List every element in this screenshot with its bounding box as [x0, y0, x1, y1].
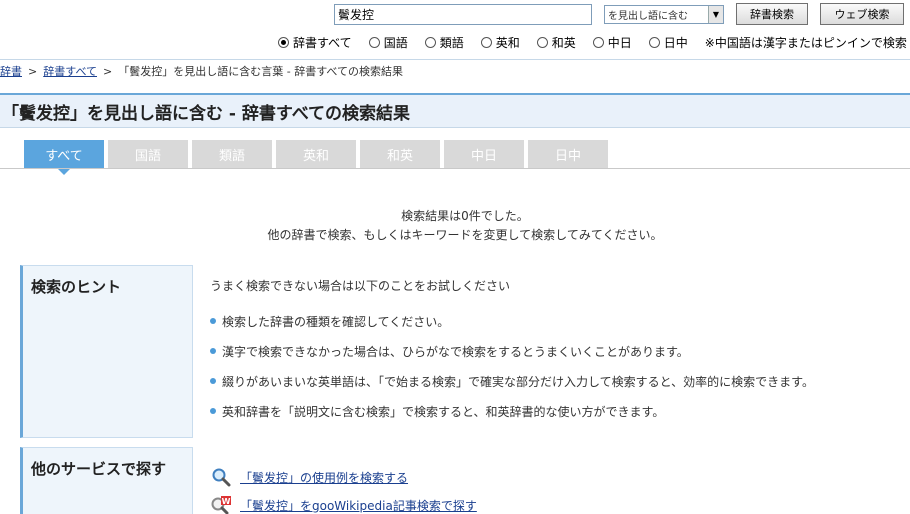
service-link-row: W 「鬢发控」をgooWikipedia記事検索で探す [210, 491, 477, 514]
hint-text: 検索した辞書の種類を確認してください。 [222, 314, 450, 329]
tab-waei[interactable]: 和英 [360, 140, 440, 169]
no-results-message: 検索結果は0件でした。 他の辞書で検索、もしくはキーワードを変更して検索してみて… [0, 207, 910, 245]
radio-chunichi[interactable]: 中日 [592, 34, 632, 51]
goo-wikipedia-search-link[interactable]: 「鬢发控」をgooWikipedia記事検索で探す [240, 497, 477, 514]
radio-button[interactable] [536, 37, 548, 48]
breadcrumb-link-all-dictionaries[interactable]: 辞書すべて [43, 65, 97, 78]
radio-kokugo[interactable]: 国語 [368, 34, 408, 51]
tab-kokugo[interactable]: 国語 [108, 140, 188, 169]
dictionary-tabs: すべて 国語 類語 英和 和英 中日 日中 [24, 140, 612, 175]
radio-label: 類語 [439, 36, 464, 50]
radio-label: 国語 [383, 36, 408, 50]
radio-button[interactable] [424, 37, 436, 48]
magnifier-icon [210, 467, 232, 487]
breadcrumb-separator: > [103, 65, 113, 78]
tab-ruigo[interactable]: 類語 [192, 140, 272, 169]
radio-button-checked[interactable] [278, 37, 289, 48]
radio-label: 和英 [551, 36, 576, 50]
breadcrumb: 辞書 > 辞書すべて > 「鬢发控」を見出し語に含む言葉 - 辞書すべての検索結果 [0, 63, 403, 79]
search-header: を見出し語に含む ▼ 辞書検索 ウェブ検索 辞書すべて 国語 類語 英和 和英 … [0, 0, 910, 60]
search-hints-content: うまく検索できない場合は以下のことをお試しください 検索した辞書の種類を確認して… [210, 277, 814, 426]
radio-label: 辞書すべて [293, 36, 352, 50]
tab-chunichi[interactable]: 中日 [444, 140, 524, 169]
list-item: 検索した辞書の種類を確認してください。 [210, 306, 814, 336]
wikipedia-search-icon: W [210, 495, 232, 514]
radio-all-dictionaries[interactable]: 辞書すべて [278, 34, 352, 51]
search-mode-value: を見出し語に含む [608, 11, 688, 22]
tab-divider [0, 168, 910, 169]
radio-waei[interactable]: 和英 [536, 34, 576, 51]
other-services-content: 「鬢发控」の使用例を検索する W 「鬢发控」をgooWikipedia記事検索で… [210, 463, 477, 514]
radio-eiwa[interactable]: 英和 [480, 34, 520, 51]
page-title-bar: 「鬢发控」を見出し語に含む - 辞書すべての検索結果 [0, 93, 910, 128]
radio-nicchu[interactable]: 日中 [648, 34, 688, 51]
hint-text: 綴りがあいまいな英単語は、「で始まる検索」で確実な部分だけ入力して検索すると、効… [222, 374, 814, 389]
chinese-search-note: ※中国語は漢字またはピンインで検索 [704, 36, 907, 50]
bullet-icon [210, 348, 216, 354]
chevron-down-icon: ▼ [708, 6, 723, 23]
other-services-section: 他のサービスで探す 「鬢发控」の使用例を検索する W 「鬢发控」をgooWiki… [20, 447, 910, 514]
list-item: 英和辞書を「説明文に含む検索」で検索すると、和英辞書的な使い方ができます。 [210, 396, 814, 426]
tab-eiwa[interactable]: 英和 [276, 140, 356, 169]
radio-label: 日中 [663, 36, 688, 50]
search-mode-select[interactable]: を見出し語に含む ▼ [604, 5, 724, 24]
hint-text: 英和辞書を「説明文に含む検索」で検索すると、和英辞書的な使い方ができます。 [222, 404, 665, 419]
usage-example-search-link[interactable]: 「鬢发控」の使用例を検索する [240, 469, 408, 486]
other-services-heading: 他のサービスで探す [20, 447, 193, 514]
web-search-button[interactable]: ウェブ検索 [820, 3, 904, 25]
bullet-icon [210, 378, 216, 384]
list-item: 綴りがあいまいな英単語は、「で始まる検索」で確実な部分だけ入力して検索すると、効… [210, 366, 814, 396]
tab-nicchu[interactable]: 日中 [528, 140, 608, 169]
service-link-row: 「鬢发控」の使用例を検索する [210, 463, 477, 491]
radio-label: 中日 [607, 36, 632, 50]
radio-ruigo[interactable]: 類語 [424, 34, 464, 51]
search-hints-section: 検索のヒント うまく検索できない場合は以下のことをお試しください 検索した辞書の… [20, 265, 910, 438]
breadcrumb-current: 「鬢发控」を見出し語に含む言葉 - 辞書すべての検索結果 [118, 65, 403, 78]
radio-button[interactable] [648, 37, 660, 48]
radio-label: 英和 [495, 36, 520, 50]
svg-text:W: W [222, 497, 231, 506]
dictionary-radio-group: 辞書すべて 国語 類語 英和 和英 中日 日中 ※中国語は漢字またはピンインで検… [278, 34, 907, 51]
dictionary-search-button[interactable]: 辞書検索 [736, 3, 808, 25]
search-hints-heading: 検索のヒント [20, 265, 193, 438]
bullet-icon [210, 408, 216, 414]
bullet-icon [210, 318, 216, 324]
page-title: 「鬢发控」を見出し語に含む - 辞書すべての検索結果 [2, 103, 411, 124]
list-item: 漢字で検索できなかった場合は、ひらがなで検索をするとうまくいくことがあります。 [210, 336, 814, 366]
result-count-text: 検索結果は0件でした。 [401, 209, 529, 223]
hint-text: 漢字で検索できなかった場合は、ひらがなで検索をするとうまくいくことがあります。 [222, 344, 689, 359]
radio-button[interactable] [592, 37, 604, 48]
radio-button[interactable] [368, 37, 380, 48]
search-hints-intro: うまく検索できない場合は以下のことをお試しください [210, 279, 511, 293]
radio-button[interactable] [480, 37, 492, 48]
result-suggestion-text: 他の辞書で検索、もしくはキーワードを変更して検索してみてください。 [267, 228, 663, 242]
breadcrumb-separator: > [28, 65, 38, 78]
breadcrumb-link-dictionary[interactable]: 辞書 [0, 65, 22, 78]
search-input[interactable] [334, 4, 592, 25]
tab-all[interactable]: すべて [24, 140, 104, 175]
